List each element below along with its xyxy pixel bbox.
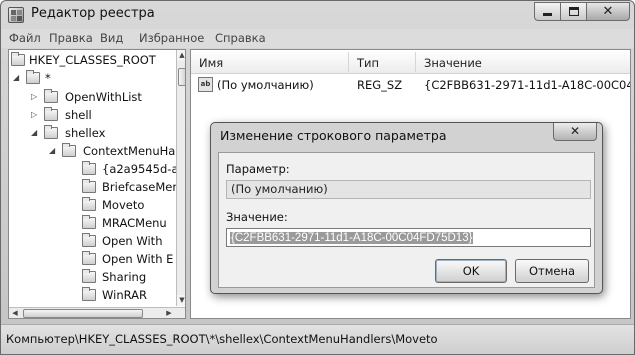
menu-bar: Файл Правка Вид Избранное Справка: [1, 29, 634, 48]
minimize-icon: [543, 13, 552, 16]
folder-icon: [44, 107, 58, 121]
folder-icon: [26, 70, 40, 84]
close-icon: ✕: [569, 124, 581, 138]
folder-icon: [62, 143, 76, 157]
close-button[interactable]: ✕: [586, 2, 630, 21]
tree-horizontal-scrollbar[interactable]: ◀ ▶: [9, 307, 185, 318]
value-data-text: {C2FBB631-2971-11d1-A18C-00C04FD75D13}: [230, 232, 474, 244]
menu-help[interactable]: Справка: [215, 31, 266, 45]
expand-arrow-icon[interactable]: ▷: [31, 110, 37, 119]
value-data-label: Значение:: [226, 210, 288, 224]
folder-icon: [82, 215, 96, 229]
list-row-default[interactable]: ab (По умолчанию) REG_SZ {C2FBB631-2971-…: [191, 77, 630, 95]
list-header: Имя Тип Значение: [191, 50, 630, 74]
row-value: {C2FBB631-2971-11d1-A18C-00C04FD7: [424, 78, 630, 92]
folder-icon: [82, 233, 96, 247]
param-name-label: Параметр:: [226, 162, 290, 176]
collapse-arrow-icon[interactable]: ◢: [13, 73, 19, 82]
menu-edit[interactable]: Правка: [49, 31, 93, 45]
dialog-close-button[interactable]: ✕: [553, 123, 597, 141]
vertical-scroll-thumb[interactable]: [178, 68, 185, 86]
folder-icon: [44, 125, 58, 139]
folder-icon: [82, 179, 96, 193]
string-value-icon: ab: [198, 77, 213, 92]
value-data-input[interactable]: {C2FBB631-2971-11d1-A18C-00C04FD75D13}: [226, 228, 591, 247]
dialog-body: Параметр: (По умолчанию) Значение: {C2FB…: [218, 152, 595, 288]
folder-icon: [11, 52, 25, 66]
folder-icon: [82, 197, 96, 211]
column-header-value[interactable]: Значение: [424, 56, 482, 70]
scroll-down-icon[interactable]: ▼: [177, 295, 185, 306]
scroll-left-icon[interactable]: ◀: [9, 308, 21, 318]
folder-icon: [82, 287, 96, 301]
ok-button[interactable]: OK: [435, 259, 507, 283]
maximize-icon: [568, 7, 579, 16]
param-name-field: (По умолчанию): [226, 180, 591, 199]
maximize-button[interactable]: [560, 2, 587, 21]
row-type: REG_SZ: [357, 78, 403, 92]
dialog-title: Изменение строкового параметра: [220, 128, 447, 143]
regedit-app-icon: [8, 7, 24, 23]
registry-tree[interactable]: HKEY_CLASSES_ROOT ◢ * ▷ OpenWithList ▷ s…: [8, 49, 186, 319]
title-bar[interactable]: Редактор реестра ✕: [1, 1, 634, 29]
menu-view[interactable]: Вид: [100, 31, 123, 45]
tree-vertical-scrollbar[interactable]: ▲ ▼: [176, 50, 185, 306]
menu-favorites[interactable]: Избранное: [139, 31, 204, 45]
registry-editor-window: Редактор реестра ✕ Файл Правка Вид Избра…: [0, 0, 635, 355]
row-name: (По умолчанию): [217, 78, 314, 92]
collapse-arrow-icon[interactable]: ◢: [31, 128, 37, 137]
minimize-button[interactable]: [534, 2, 561, 21]
folder-icon: [82, 251, 96, 265]
scroll-right-icon[interactable]: ▶: [163, 308, 175, 318]
cancel-button[interactable]: Отмена: [515, 259, 589, 283]
window-title: Редактор реестра: [31, 6, 155, 21]
column-header-type[interactable]: Тип: [357, 56, 379, 70]
scroll-up-icon[interactable]: ▲: [177, 50, 185, 61]
menu-file[interactable]: Файл: [9, 31, 41, 45]
status-path: Компьютер\HKEY_CLASSES_ROOT\*\shellex\Co…: [6, 332, 438, 346]
collapse-arrow-icon[interactable]: ◢: [49, 146, 55, 155]
column-separator[interactable]: [348, 52, 349, 72]
status-bar: Компьютер\HKEY_CLASSES_ROOT\*\shellex\Co…: [1, 324, 634, 354]
folder-icon: [82, 161, 96, 175]
column-separator[interactable]: [415, 52, 416, 72]
column-header-name[interactable]: Имя: [199, 56, 223, 70]
folder-icon: [82, 269, 96, 283]
folder-icon: [44, 89, 58, 103]
edit-string-dialog: Изменение строкового параметра ✕ Парамет…: [210, 122, 603, 294]
expand-arrow-icon[interactable]: ▷: [31, 92, 37, 101]
horizontal-scroll-thumb[interactable]: [23, 309, 143, 318]
close-icon: ✕: [602, 4, 614, 19]
